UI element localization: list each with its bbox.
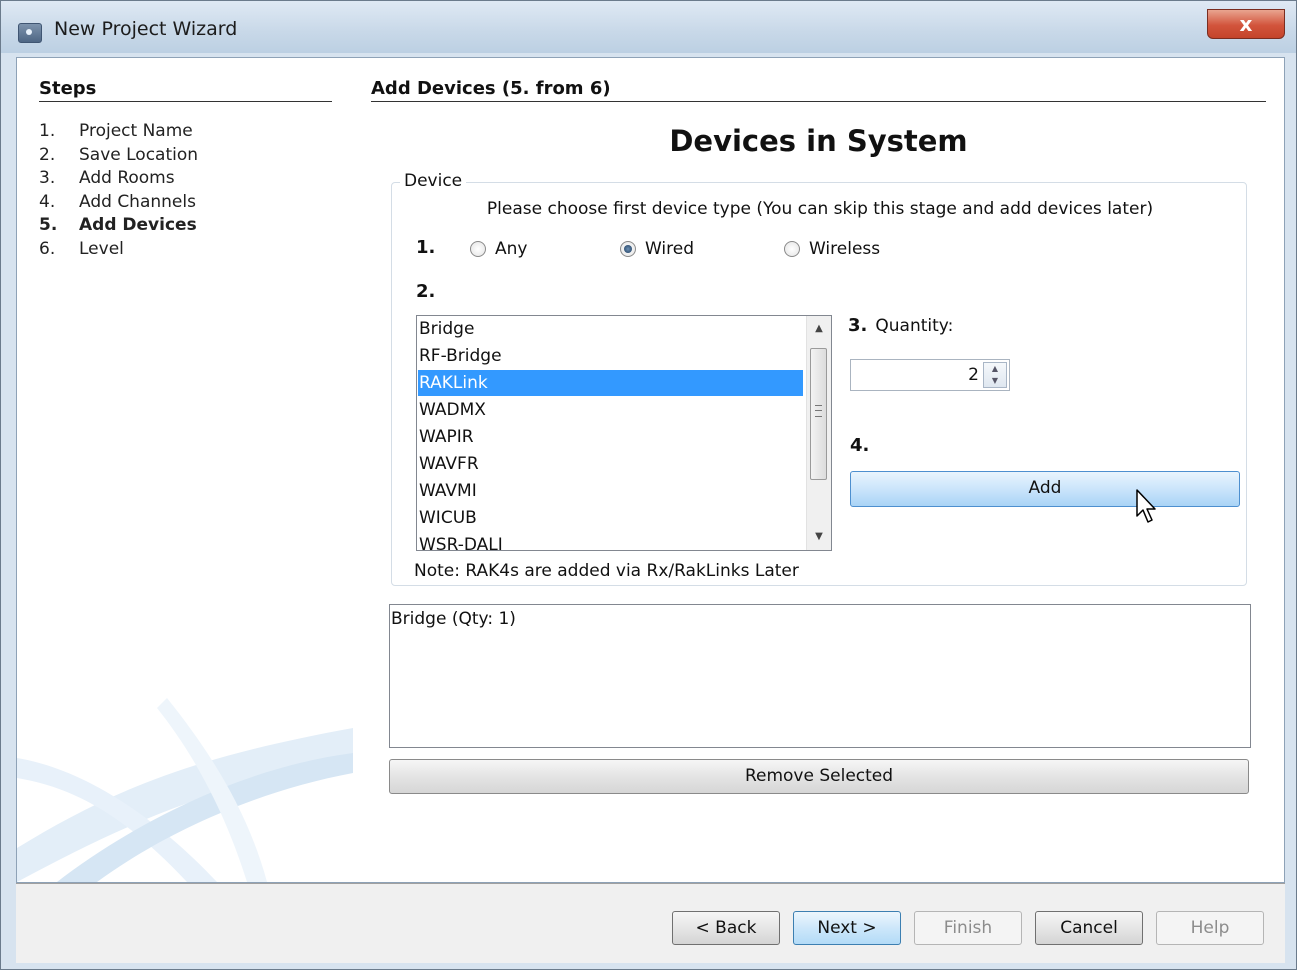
instruction-text: Please choose first device type (You can… bbox=[486, 199, 1154, 219]
radio-button[interactable] bbox=[784, 241, 800, 257]
next-button[interactable]: Next > bbox=[793, 911, 901, 945]
button-bar: < Back Next > Finish Cancel Help bbox=[16, 883, 1285, 963]
list-item[interactable]: WAPIR bbox=[418, 424, 803, 450]
help-button[interactable]: Help bbox=[1156, 911, 1264, 945]
quantity-label: 3. Quantity: bbox=[848, 315, 953, 336]
list-item[interactable]: WADMX bbox=[418, 397, 803, 423]
step2-label: 2. bbox=[416, 281, 436, 302]
step-label: Add Devices bbox=[79, 215, 197, 235]
list-item[interactable]: WAVFR bbox=[418, 451, 803, 477]
step4-label: 4. bbox=[850, 435, 870, 456]
note-text: Note: RAK4s are added via Rx/RakLinks La… bbox=[414, 561, 799, 581]
title-bar[interactable]: New Project Wizard x bbox=[1, 1, 1296, 53]
list-item[interactable]: RF-Bridge bbox=[418, 343, 803, 369]
step-item-add-channels: 4. Add Channels bbox=[39, 192, 196, 214]
window-title: New Project Wizard bbox=[54, 18, 238, 40]
scroll-thumb[interactable] bbox=[810, 348, 827, 480]
step-item-add-rooms: 3. Add Rooms bbox=[39, 168, 175, 190]
add-button[interactable]: Add bbox=[850, 471, 1240, 507]
radio-wired[interactable]: Wired bbox=[620, 237, 694, 261]
step-label: Add Channels bbox=[79, 192, 196, 212]
step1-label: 1. bbox=[416, 237, 436, 258]
list-item[interactable]: Bridge bbox=[418, 316, 803, 342]
cancel-button[interactable]: Cancel bbox=[1035, 911, 1143, 945]
step-number: 6. bbox=[39, 239, 56, 259]
finish-button[interactable]: Finish bbox=[914, 911, 1022, 945]
radio-wireless[interactable]: Wireless bbox=[784, 237, 880, 261]
grip-icon bbox=[815, 405, 822, 417]
back-button[interactable]: < Back bbox=[672, 911, 780, 945]
added-devices-list[interactable]: Bridge (Qty: 1) bbox=[389, 604, 1251, 748]
list-item[interactable]: WSR-DALI bbox=[418, 532, 803, 550]
wizard-window: New Project Wizard x Steps 1. Project Nam… bbox=[0, 0, 1297, 970]
app-gear-icon bbox=[18, 23, 42, 43]
divider bbox=[16, 883, 1285, 884]
scroll-up-arrow-icon[interactable]: ▲ bbox=[809, 318, 829, 340]
radio-button[interactable] bbox=[470, 241, 486, 257]
radio-any[interactable]: Any bbox=[470, 237, 527, 261]
quantity-value[interactable]: 2 bbox=[968, 365, 979, 385]
quantity-text: Quantity: bbox=[875, 316, 954, 336]
close-button[interactable]: x bbox=[1207, 9, 1285, 39]
radio-label: Wired bbox=[645, 239, 695, 259]
list-item-selected[interactable]: RAKLink bbox=[418, 370, 803, 396]
steps-title: Steps bbox=[39, 78, 332, 102]
device-group-label: Device bbox=[400, 171, 467, 191]
step-label: Level bbox=[79, 239, 124, 259]
radio-label: Wireless bbox=[809, 239, 881, 259]
mouse-pointer-icon bbox=[1136, 489, 1156, 523]
radio-label: Any bbox=[495, 239, 528, 259]
step3-label: 3. bbox=[848, 315, 868, 336]
step-item-level: 6. Level bbox=[39, 239, 124, 261]
spinner-arrows-icon[interactable]: ▲ ▼ bbox=[983, 362, 1007, 388]
page-title: Devices in System bbox=[669, 124, 968, 158]
decorative-swoosh bbox=[17, 698, 353, 882]
remove-selected-button[interactable]: Remove Selected bbox=[389, 759, 1249, 794]
list-item[interactable]: WAVMI bbox=[418, 478, 803, 504]
list-scrollbar[interactable]: ▲ ▼ bbox=[806, 316, 831, 550]
step-item-add-devices: 5. Add Devices bbox=[39, 215, 197, 237]
page-heading: Add Devices (5. from 6) bbox=[371, 78, 1266, 102]
step-number: 5. bbox=[39, 215, 58, 235]
radio-button[interactable] bbox=[620, 241, 636, 257]
step-number: 3. bbox=[39, 168, 56, 188]
scroll-down-arrow-icon[interactable]: ▼ bbox=[809, 526, 829, 548]
list-item[interactable]: Bridge (Qty: 1) bbox=[391, 609, 516, 629]
device-type-list[interactable]: Bridge RF-Bridge RAKLink WADMX WAPIR WAV… bbox=[416, 315, 832, 551]
quantity-spinner[interactable]: 2 ▲ ▼ bbox=[850, 359, 1010, 391]
main-panel: Add Devices (5. from 6) Devices in Syste… bbox=[353, 58, 1284, 882]
step-number: 4. bbox=[39, 192, 56, 212]
step-label: Add Rooms bbox=[79, 168, 175, 188]
step-label: Save Location bbox=[79, 145, 199, 165]
device-group: Device Please choose first device type (… bbox=[391, 171, 1247, 586]
step-label: Project Name bbox=[79, 121, 193, 141]
step-number: 1. bbox=[39, 121, 56, 141]
list-item[interactable]: WICUB bbox=[418, 505, 803, 531]
step-number: 2. bbox=[39, 145, 56, 165]
step-item-project-name: 1. Project Name bbox=[39, 121, 193, 143]
wizard-content: Steps 1. Project Name 2. Save Location 3. A… bbox=[16, 57, 1285, 883]
step-item-save-location: 2. Save Location bbox=[39, 145, 198, 167]
steps-panel: Steps 1. Project Name 2. Save Location 3. A… bbox=[17, 58, 353, 882]
